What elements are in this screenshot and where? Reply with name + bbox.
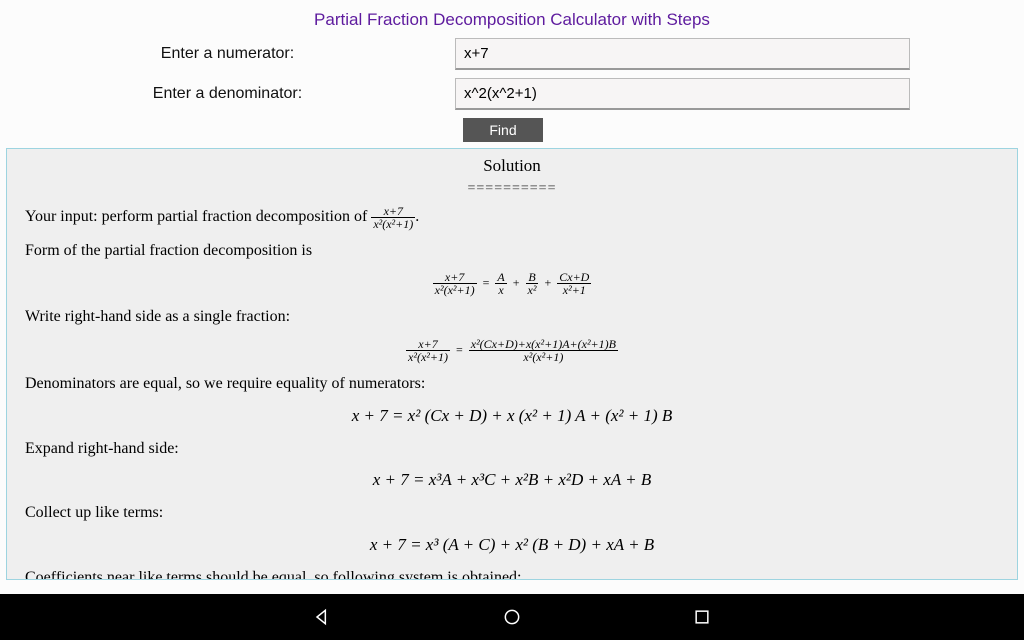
expand-equation: x + 7 = x³A + x³C + x²B + x²D + xA + B bbox=[25, 469, 999, 492]
numerator-row: Enter a numerator: bbox=[0, 38, 1024, 70]
form-lhs-den: x²(x²+1) bbox=[433, 284, 477, 296]
form-t1-den: x bbox=[495, 284, 506, 296]
your-input-text: Your input: perform partial fraction dec… bbox=[25, 208, 371, 225]
input-frac-den: x²(x²+1) bbox=[371, 218, 415, 230]
form-t2-den: x² bbox=[526, 284, 539, 296]
numer-equation: x + 7 = x² (Cx + D) + x (x² + 1) A + (x²… bbox=[25, 405, 999, 428]
input-frac-num: x+7 bbox=[371, 205, 415, 218]
solution-panel: Solution ========== Your input: perform … bbox=[6, 148, 1018, 580]
page-title: Partial Fraction Decomposition Calculato… bbox=[0, 0, 1024, 38]
solution-header: Solution bbox=[25, 155, 999, 178]
back-icon[interactable] bbox=[312, 607, 332, 627]
input-fraction: x+7 x²(x²+1) bbox=[371, 205, 415, 230]
home-icon[interactable] bbox=[502, 607, 522, 627]
collect-equation: x + 7 = x³ (A + C) + x² (B + D) + xA + B bbox=[25, 534, 999, 557]
button-row: Find bbox=[0, 118, 1024, 142]
single-rhs-den: x²(x²+1) bbox=[469, 351, 618, 363]
form-t3-den: x²+1 bbox=[557, 284, 591, 296]
single-equation: x+7 x²(x²+1) = x²(Cx+D)+x(x²+1)A+(x²+1)B… bbox=[25, 338, 999, 363]
denominator-row: Enter a denominator: bbox=[0, 78, 1024, 110]
expand-text: Expand right-hand side: bbox=[25, 438, 999, 460]
your-input-line: Your input: perform partial fraction dec… bbox=[25, 205, 999, 230]
coeff-text: Coefficients near like terms should be e… bbox=[25, 567, 545, 580]
numerator-label: Enter a numerator: bbox=[0, 45, 455, 63]
collect-text: Collect up like terms: bbox=[25, 502, 999, 524]
write-single-text: Write right-hand side as a single fracti… bbox=[25, 306, 999, 328]
form-equation: x+7 x²(x²+1) = A x + B x² + Cx+D x²+1 bbox=[25, 271, 999, 296]
recent-icon[interactable] bbox=[692, 607, 712, 627]
denominator-label: Enter a denominator: bbox=[0, 85, 455, 103]
single-lhs-den: x²(x²+1) bbox=[406, 351, 450, 363]
solution-divider: ========== bbox=[25, 180, 999, 199]
denominator-input[interactable] bbox=[455, 78, 910, 110]
find-button[interactable]: Find bbox=[463, 118, 543, 142]
denom-equal-text: Denominators are equal, so we require eq… bbox=[25, 373, 999, 395]
form-text: Form of the partial fraction decompositi… bbox=[25, 240, 999, 262]
android-navbar bbox=[0, 594, 1024, 640]
numerator-input[interactable] bbox=[455, 38, 910, 70]
